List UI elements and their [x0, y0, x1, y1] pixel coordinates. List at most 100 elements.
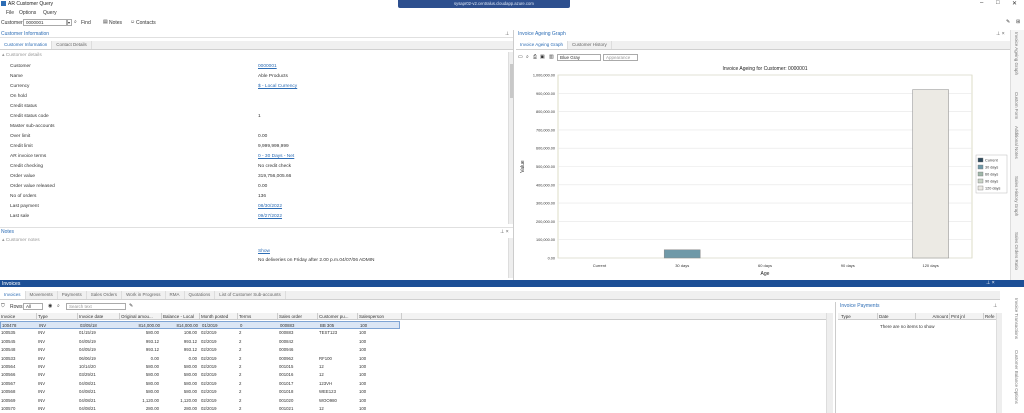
tab-invoice-ageing-graph[interactable]: Invoice Ageing Graph — [516, 41, 569, 49]
col-header[interactable]: Terms — [238, 313, 278, 320]
field-value[interactable]: 08/30/2022 — [258, 204, 282, 209]
col-header[interactable]: Salesperson — [358, 313, 402, 320]
tab-invoice-0[interactable]: Invoices — [0, 291, 26, 299]
customer-notes-group[interactable]: ▴ Customer notes — [2, 238, 40, 243]
table-cell: 2 — [239, 389, 242, 395]
col-header[interactable]: Type — [37, 313, 78, 320]
settings-icon[interactable]: ✎ — [1006, 19, 1010, 25]
tab-invoice-1[interactable]: Movements — [26, 291, 58, 299]
table-row[interactable]: 100567 INV 04/08/21 580.00 580.00 02/2019 2 001… — [0, 380, 400, 388]
splitter[interactable] — [513, 30, 514, 280]
tab-invoice-5[interactable]: RMA — [166, 291, 185, 299]
side-tab-invoice-transactions[interactable]: Invoice Transactions — [1014, 298, 1019, 339]
field-value[interactable]: $ - Local Currency — [258, 84, 297, 89]
app-icon — [1, 1, 6, 6]
theme-select[interactable]: Blue Gray — [557, 54, 601, 61]
open-icon[interactable]: ▭ — [518, 54, 523, 60]
search-input[interactable]: Search text — [66, 303, 126, 310]
notes-button[interactable]: Notes — [109, 20, 122, 26]
customer-dropdown-icon[interactable]: ▾ — [67, 19, 72, 26]
side-tab-custom-form[interactable]: Custom Form — [1014, 92, 1019, 119]
pin-icon[interactable]: ⊥ × — [986, 280, 995, 286]
tab-contact-details[interactable]: Contact Details — [52, 41, 92, 49]
contacts-button[interactable]: Contacts — [136, 20, 156, 26]
export-icon[interactable]: ◉ — [48, 303, 52, 309]
col-header[interactable]: Balance - Local — [162, 313, 200, 320]
tab-customer-history[interactable]: Customer History — [568, 41, 612, 49]
field-value[interactable]: 0000001 — [258, 64, 277, 69]
find-button[interactable]: Find — [81, 20, 91, 26]
chart-icon[interactable]: ▥ — [549, 54, 554, 60]
search-icon[interactable]: ⌕ — [57, 303, 60, 309]
show-notes-link[interactable]: Show — [258, 249, 270, 254]
menu-bar: File Options Query — [0, 9, 1024, 17]
search-icon[interactable]: ⌕ — [526, 54, 529, 60]
pin-icon[interactable]: ⊥ — [505, 31, 509, 37]
table-row[interactable]: 100545 INV 04/05/19 993.12 993.12 02/2019 2 000… — [0, 338, 400, 346]
bar-30-days — [663, 249, 701, 259]
minimize-button[interactable]: – — [980, 0, 983, 6]
tab-invoice-3[interactable]: Sales Orders — [87, 291, 123, 299]
col-header[interactable]: Month posted — [200, 313, 238, 320]
table-cell: 12 — [319, 372, 324, 378]
col-amount[interactable]: Amount — [916, 313, 950, 320]
col-pmt-jnl[interactable]: Pmt jnl — [950, 313, 984, 320]
pin-icon[interactable]: ⊥ × — [996, 31, 1005, 37]
print-icon[interactable]: ⎙ — [533, 54, 537, 60]
maximize-button[interactable]: □ — [996, 0, 1000, 6]
customer-details-group[interactable]: ▴ Customer details — [2, 53, 42, 58]
side-tab-sales-orders-ratio[interactable]: Sales Orders Ratio — [1014, 232, 1019, 270]
rows-select[interactable]: All — [23, 303, 43, 310]
search-icon[interactable]: ⌕ — [74, 19, 77, 25]
col-header[interactable]: Sales order — [278, 313, 318, 320]
tab-customer-information[interactable]: Customer Information — [0, 41, 53, 49]
table-row[interactable]: 100570 INV 04/08/21 280.00 280.00 02/2019 2 001… — [0, 405, 400, 413]
table-row[interactable]: 100548 INV 04/05/19 993.12 993.12 02/2019 2 000… — [0, 346, 400, 354]
pin-icon[interactable]: ⊞ — [1016, 19, 1020, 25]
pin-icon[interactable]: ⊥ × — [500, 229, 509, 235]
col-type[interactable]: Type — [840, 313, 878, 320]
customer-input[interactable]: 0000001 — [23, 19, 67, 26]
save-icon[interactable]: ▣ — [540, 54, 545, 60]
side-tab-additional-notes[interactable]: Additional Notes — [1014, 126, 1019, 159]
menu-query[interactable]: Query — [43, 10, 57, 16]
table-row[interactable]: 100566 INV 03/29/21 580.00 580.00 02/2019 2 001… — [0, 371, 400, 379]
payments-scrollbar[interactable] — [996, 313, 1002, 413]
table-cell: 108.00 — [183, 330, 197, 336]
table-row[interactable]: 100533 INV 06/06/19 0.00 0.00 02/2019 2 000962 R… — [0, 355, 400, 363]
table-row[interactable]: 100478 INV 03/05/18 814,000.00 814,000.00 01/… — [0, 321, 400, 329]
splitter[interactable] — [835, 302, 836, 413]
rdp-connection-bar[interactable]: sysapr02-v2.centralus.cloudapp.azure.com — [398, 0, 570, 8]
table-row[interactable]: 100564 INV 10/14/20 580.00 580.00 02/2019 2 001… — [0, 363, 400, 371]
col-date[interactable]: Date — [878, 313, 916, 320]
side-tab-invoice-ageing[interactable]: Invoice Ageing Graph — [1014, 32, 1019, 75]
menu-file[interactable]: File — [6, 10, 14, 16]
menu-options[interactable]: Options — [19, 10, 36, 16]
table-cell: 100478 — [2, 323, 17, 328]
table-row[interactable]: 100535 INV 01/15/19 580.00 108.00 02/2019 2 000… — [0, 329, 400, 337]
col-header[interactable]: Invoice — [0, 313, 37, 320]
tab-invoice-4[interactable]: Work in Progress — [122, 291, 166, 299]
edit-icon[interactable]: ✎ — [129, 303, 133, 309]
col-header[interactable]: Customer pu... — [318, 313, 358, 320]
appearance-select[interactable]: Appearance — [603, 54, 638, 61]
col-header[interactable]: Invoice date — [78, 313, 120, 320]
col-header[interactable]: Original amou... — [120, 313, 162, 320]
filter-icon[interactable]: ⛉ — [1, 303, 5, 309]
side-tab-balance-options[interactable]: Customer Balance Options — [1014, 350, 1019, 404]
close-button[interactable]: ✕ — [1012, 0, 1017, 7]
side-tab-sales-history[interactable]: Sales History Graph — [1014, 176, 1019, 216]
table-cell: 0.00 — [188, 355, 197, 361]
tab-invoice-6[interactable]: Quotations — [185, 291, 216, 299]
y-tick-label: 900,000.00 — [536, 92, 555, 96]
field-value: 9,999,999,999 — [258, 144, 289, 149]
invoice-scrollbar[interactable] — [826, 313, 833, 413]
field-value[interactable]: 09/27/2022 — [258, 214, 282, 219]
pin-icon[interactable]: ⊥ — [993, 303, 997, 309]
tab-invoice-2[interactable]: Payments — [58, 291, 87, 299]
table-cell: 2 — [239, 380, 242, 386]
field-value[interactable]: 0 - 30 Days - Net — [258, 154, 294, 159]
tab-invoice-7[interactable]: List of Customer Sub-accounts — [215, 291, 286, 299]
table-row[interactable]: 100568 INV 04/08/21 580.00 580.00 02/2019 2 001… — [0, 388, 400, 396]
table-row[interactable]: 100569 INV 04/08/21 1,120.00 1,120.00 02/2019… — [0, 397, 400, 405]
